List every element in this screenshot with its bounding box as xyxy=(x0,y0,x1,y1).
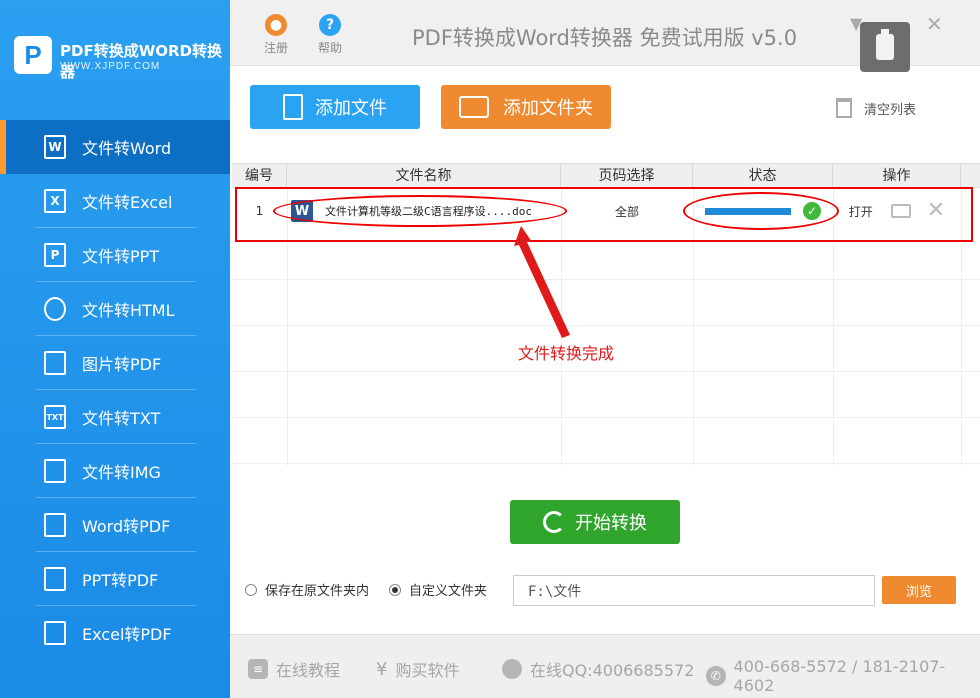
column-header-actions: 操作 xyxy=(833,164,961,187)
add-folder-button[interactable]: 添加文件夹 xyxy=(441,85,611,129)
help-button[interactable]: ? 帮助 xyxy=(310,14,350,56)
pdf-icon xyxy=(44,513,66,537)
column-header-index: 编号 xyxy=(232,164,287,187)
document-icon xyxy=(283,94,303,120)
refresh-icon xyxy=(543,511,565,533)
output-options: 保存在原文件夹内 自定义文件夹 xyxy=(245,580,487,599)
sidebar-item-word-to-pdf[interactable]: Word转PDF xyxy=(0,498,230,552)
highlight-ellipse-filename xyxy=(273,195,567,227)
sidebar-item-label: PPT转PDF xyxy=(82,571,159,590)
folder-icon xyxy=(459,96,489,118)
sidebar-item-label: 文件转Word xyxy=(82,139,172,158)
annotation-text: 文件转换完成 xyxy=(518,344,615,363)
browse-button[interactable]: 浏览 xyxy=(882,576,956,604)
register-button[interactable]: ● 注册 xyxy=(256,14,296,56)
sidebar-item-label: 文件转IMG xyxy=(82,463,161,482)
qq-label: 在线QQ:4006685572 xyxy=(530,661,695,680)
save-original-radio[interactable] xyxy=(245,583,257,596)
tutorial-label: 在线教程 xyxy=(276,661,341,680)
sidebar: P PDF转换成WORD转换器 WWW.XJPDF.COM W 文件转Word … xyxy=(0,0,230,698)
save-original-label: 保存在原文件夹内 xyxy=(265,584,370,599)
buy-label: 购买软件 xyxy=(395,661,460,680)
image-icon xyxy=(44,459,66,483)
ppt-icon: P xyxy=(44,243,66,267)
phone-icon: ✆ xyxy=(706,666,726,686)
table-row-empty xyxy=(232,280,980,326)
phone-info: ✆ 400-668-5572 / 181-2107-4602 xyxy=(706,657,980,695)
column-header-spacer xyxy=(961,164,980,187)
start-convert-button[interactable]: 开始转换 xyxy=(510,500,680,544)
pdf-icon xyxy=(44,567,66,591)
word-icon: W xyxy=(44,135,66,159)
logo-url: WWW.XJPDF.COM xyxy=(60,61,161,72)
sidebar-item-label: 文件转Excel xyxy=(82,193,173,212)
app-logo-icon: P xyxy=(14,36,52,74)
add-file-button[interactable]: 添加文件 xyxy=(250,85,420,129)
column-header-pages: 页码选择 xyxy=(561,164,693,187)
qq-icon xyxy=(502,659,522,679)
start-convert-label: 开始转换 xyxy=(575,513,647,534)
column-header-status: 状态 xyxy=(693,164,833,187)
output-path-input[interactable] xyxy=(513,575,875,606)
sidebar-item-file-to-txt[interactable]: TXT 文件转TXT xyxy=(0,390,230,444)
sidebar-item-label: 文件转TXT xyxy=(82,409,161,428)
footer: ≡ 在线教程 ¥ 购买软件 在线QQ:4006685572 ✆ 400-668-… xyxy=(230,634,980,698)
register-label: 注册 xyxy=(263,41,288,55)
title-bar: ● 注册 ? 帮助 PDF转换成Word转换器 免费试用版 v5.0 ▼ ✕ xyxy=(230,0,980,72)
table-row-empty xyxy=(232,418,980,464)
user-icon: ● xyxy=(265,14,287,36)
close-icon[interactable]: ✕ xyxy=(926,12,943,36)
custom-folder-radio[interactable] xyxy=(389,583,402,596)
logo-area: P PDF转换成WORD转换器 WWW.XJPDF.COM xyxy=(0,0,230,120)
add-folder-label: 添加文件夹 xyxy=(503,98,593,119)
add-file-label: 添加文件 xyxy=(315,98,387,119)
sidebar-item-excel-to-pdf[interactable]: Excel转PDF xyxy=(0,606,230,660)
highlight-ellipse-status xyxy=(683,192,839,230)
sidebar-item-file-to-html[interactable]: 文件转HTML xyxy=(0,282,230,336)
phone-label: 400-668-5572 / 181-2107-4602 xyxy=(733,657,946,695)
sidebar-item-label: Word转PDF xyxy=(82,517,171,536)
sidebar-item-image-to-pdf[interactable]: 图片转PDF xyxy=(0,336,230,390)
sidebar-item-label: 图片转PDF xyxy=(82,355,162,374)
help-icon: ? xyxy=(319,14,341,36)
usb-drive-icon xyxy=(860,22,910,72)
sidebar-item-label: Excel转PDF xyxy=(82,625,172,644)
custom-folder-label: 自定义文件夹 xyxy=(409,584,488,599)
column-header-filename: 文件名称 xyxy=(287,164,561,187)
sidebar-item-file-to-ppt[interactable]: P 文件转PPT xyxy=(0,228,230,282)
yen-icon: ¥ xyxy=(376,658,388,680)
sidebar-item-file-to-word[interactable]: W 文件转Word xyxy=(0,120,230,174)
sidebar-item-file-to-img[interactable]: 文件转IMG xyxy=(0,444,230,498)
globe-icon xyxy=(44,297,66,321)
online-qq-link[interactable]: 在线QQ:4006685572 xyxy=(502,657,694,681)
clear-list-button[interactable]: 清空列表 xyxy=(836,98,916,118)
help-label: 帮助 xyxy=(317,41,342,55)
online-tutorial-link[interactable]: ≡ 在线教程 xyxy=(248,657,340,681)
table-header: 编号 文件名称 页码选择 状态 操作 xyxy=(232,164,980,188)
table-row-empty xyxy=(232,372,980,418)
clear-list-label: 清空列表 xyxy=(864,102,917,118)
tutorial-icon: ≡ xyxy=(248,659,268,679)
sidebar-item-label: 文件转PPT xyxy=(82,247,160,266)
sidebar-item-file-to-excel[interactable]: X 文件转Excel xyxy=(0,174,230,228)
txt-icon: TXT xyxy=(44,405,66,429)
pdf-icon xyxy=(44,351,66,375)
pdf-icon xyxy=(44,621,66,645)
sidebar-item-label: 文件转HTML xyxy=(82,301,175,320)
excel-icon: X xyxy=(44,189,66,213)
app-title: PDF转换成Word转换器 免费试用版 v5.0 xyxy=(412,26,798,50)
sidebar-item-ppt-to-pdf[interactable]: PPT转PDF xyxy=(0,552,230,606)
trash-icon xyxy=(836,98,852,118)
buy-software-link[interactable]: ¥ 购买软件 xyxy=(376,657,459,681)
